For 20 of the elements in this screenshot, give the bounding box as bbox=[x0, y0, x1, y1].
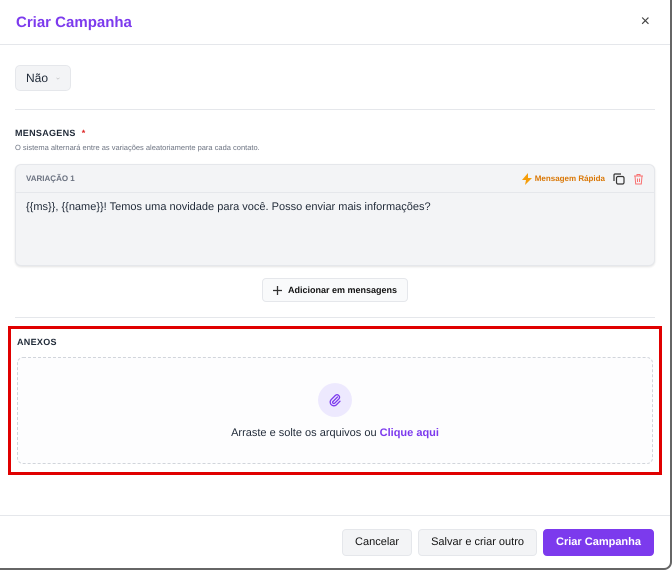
plus-icon bbox=[272, 286, 282, 294]
add-message-button[interactable]: Adicionar em mensagens bbox=[262, 278, 408, 302]
select-dropdown[interactable]: Não bbox=[15, 65, 71, 91]
close-button[interactable]: × bbox=[636, 13, 654, 31]
footer-button[interactable]: Salvar e criar outro bbox=[418, 528, 538, 556]
drop-instructions: Arraste e solte os arquivos ou Clique aqui bbox=[231, 426, 439, 438]
trash-icon[interactable] bbox=[633, 172, 644, 184]
message-textarea[interactable]: {{ms}}, {{name}}! Temos uma novidade para você. Posso enviar mais informações? bbox=[16, 193, 654, 265]
footer-button[interactable]: Cancelar bbox=[342, 528, 412, 556]
required-mark: * bbox=[82, 128, 86, 138]
paperclip-icon bbox=[318, 382, 352, 416]
section-title: ANEXOS bbox=[17, 337, 57, 347]
section-title: MENSAGENS bbox=[15, 128, 76, 138]
variation-label: VARIAÇÃO 1 bbox=[26, 174, 76, 183]
lightning-icon bbox=[522, 172, 532, 184]
copy-icon[interactable] bbox=[613, 172, 625, 184]
click-here-link[interactable]: Clique aqui bbox=[380, 426, 439, 438]
file-drop-zone[interactable]: Arraste e solte os arquivos ou Clique aqui bbox=[17, 357, 653, 464]
dialog-title: Criar Campanha bbox=[16, 14, 132, 30]
create-campaign-button[interactable]: Criar Campanha bbox=[543, 528, 654, 556]
